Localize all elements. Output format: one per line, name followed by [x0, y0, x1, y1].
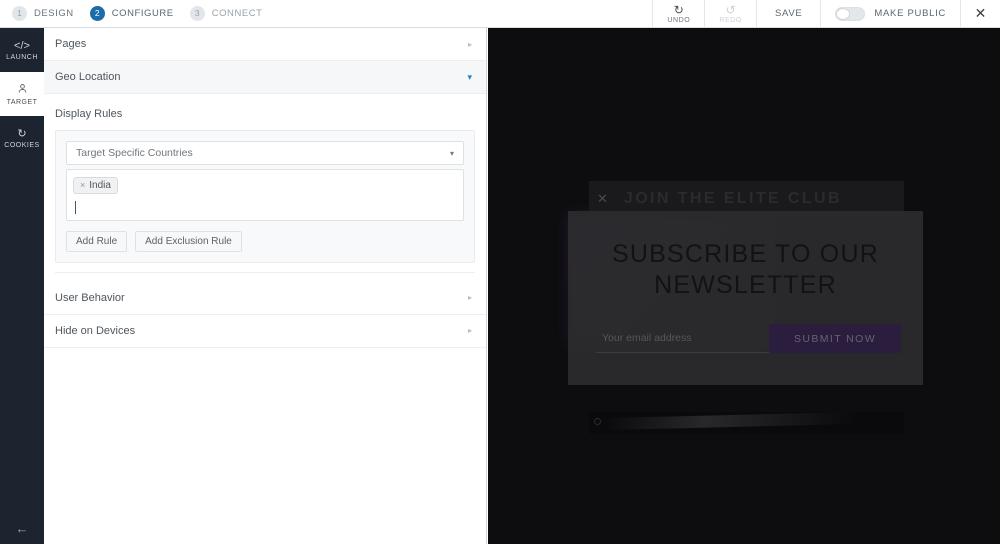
display-rules-box: Target Specific Countries ▾ × India Add …: [55, 130, 475, 263]
accordion-pages-label: Pages: [55, 38, 87, 50]
step-connect-label: CONNECT: [211, 8, 263, 19]
rail-item-cookies-label: COOKIES: [4, 141, 40, 149]
make-public-label: MAKE PUBLIC: [874, 8, 946, 19]
make-public-control: MAKE PUBLIC: [820, 0, 960, 27]
accordion-pages[interactable]: Pages ▸: [44, 28, 486, 61]
rail-item-target-label: TARGET: [6, 98, 38, 106]
step-configure-number: 2: [89, 6, 105, 21]
site-bar-close-icon[interactable]: ✕: [597, 191, 608, 207]
rule-type-select[interactable]: Target Specific Countries ▾: [66, 141, 464, 165]
redo-icon: ↺: [725, 2, 736, 17]
undo-button[interactable]: ↻ UNDO: [652, 0, 704, 27]
person-icon: [17, 83, 28, 97]
newsletter-popup-title: SUBSCRIBE TO OUR NEWSLETTER: [612, 240, 879, 299]
rail-item-cookies[interactable]: ↻ COOKIES: [0, 116, 44, 160]
accordion-geo-location[interactable]: Geo Location ▾: [44, 61, 486, 94]
code-icon: </>: [14, 39, 30, 52]
display-rules-heading: Display Rules: [44, 94, 486, 130]
settings-panel: Pages ▸ Geo Location ▾ Display Rules Tar…: [44, 28, 487, 544]
newsletter-popup: SUBSCRIBE TO OUR NEWSLETTER SUBMIT NOW: [568, 211, 923, 385]
toolbar-actions: ↻ UNDO ↺ REDO SAVE MAKE PUBLIC ✕: [652, 0, 1000, 27]
newsletter-form: SUBMIT NOW: [596, 324, 901, 353]
rail-item-launch-label: LAUNCH: [6, 53, 38, 61]
accordion-hide-on-devices-label: Hide on Devices: [55, 324, 136, 337]
undo-icon: ↻: [673, 2, 684, 17]
rule-type-select-value: Target Specific Countries: [76, 147, 193, 159]
step-connect[interactable]: 3 CONNECT: [189, 6, 263, 21]
step-design-number: 1: [12, 6, 27, 21]
rule-buttons: Add Rule Add Exclusion Rule: [66, 230, 464, 252]
undo-label: UNDO: [667, 16, 691, 24]
redo-button[interactable]: ↺ REDO: [704, 0, 756, 27]
toggle-knob: [836, 7, 851, 20]
app-root: 1 DESIGN 2 CONFIGURE 3 CONNECT ↻ UNDO ↺ …: [0, 0, 1000, 544]
preview-canvas: ✕ JOIN THE ELITE CLUB SUBSCRIBE TO OUR N…: [488, 28, 1000, 544]
chevron-right-icon: ▸: [467, 39, 472, 49]
step-configure[interactable]: 2 CONFIGURE: [89, 6, 174, 21]
close-button[interactable]: ✕: [960, 0, 1000, 27]
back-button[interactable]: ←: [0, 521, 44, 536]
country-token-input[interactable]: × India: [66, 169, 464, 221]
accordion-geo-location-label: Geo Location: [55, 71, 121, 83]
token-india[interactable]: × India: [73, 176, 118, 194]
footer-dot-icon: [594, 418, 601, 425]
add-rule-button[interactable]: Add Rule: [66, 230, 128, 252]
rail-item-launch[interactable]: </> LAUNCH: [0, 28, 44, 72]
save-button[interactable]: SAVE: [755, 0, 820, 27]
submit-now-button[interactable]: SUBMIT NOW: [769, 324, 901, 353]
text-caret: [75, 200, 77, 214]
make-public-toggle[interactable]: [835, 6, 866, 21]
step-configure-label: CONFIGURE: [111, 8, 174, 19]
token-india-label: India: [89, 179, 111, 191]
section-divider: [55, 263, 475, 273]
accordion-user-behavior[interactable]: User Behavior ▸: [44, 281, 486, 315]
accordion-user-behavior-label: User Behavior: [55, 291, 125, 304]
remove-token-icon[interactable]: ×: [80, 180, 85, 190]
chevron-right-icon: ▸: [467, 293, 472, 302]
chevron-right-icon: ▸: [467, 326, 472, 335]
site-footer-strip: [589, 411, 904, 434]
email-input[interactable]: [596, 324, 769, 353]
wizard-steps: 1 DESIGN 2 CONFIGURE 3 CONNECT: [0, 0, 263, 27]
step-connect-number: 3: [189, 6, 205, 21]
step-design-label: DESIGN: [34, 8, 74, 19]
footer-streak: [605, 411, 855, 431]
add-exclusion-rule-button[interactable]: Add Exclusion Rule: [135, 230, 242, 252]
step-design[interactable]: 1 DESIGN: [12, 6, 74, 21]
top-toolbar: 1 DESIGN 2 CONFIGURE 3 CONNECT ↻ UNDO ↺ …: [0, 0, 1000, 28]
left-rail: </> LAUNCH TARGET ↻ COOKIES ←: [0, 28, 44, 544]
rail-item-target[interactable]: TARGET: [0, 72, 44, 116]
chevron-down-icon: ▾: [467, 71, 472, 82]
accordion-hide-on-devices[interactable]: Hide on Devices ▸: [44, 314, 486, 348]
redo-label: REDO: [719, 16, 742, 24]
site-bar-title: JOIN THE ELITE CLUB: [623, 190, 842, 207]
refresh-icon: ↻: [17, 127, 27, 140]
chevron-down-icon: ▾: [449, 148, 454, 158]
